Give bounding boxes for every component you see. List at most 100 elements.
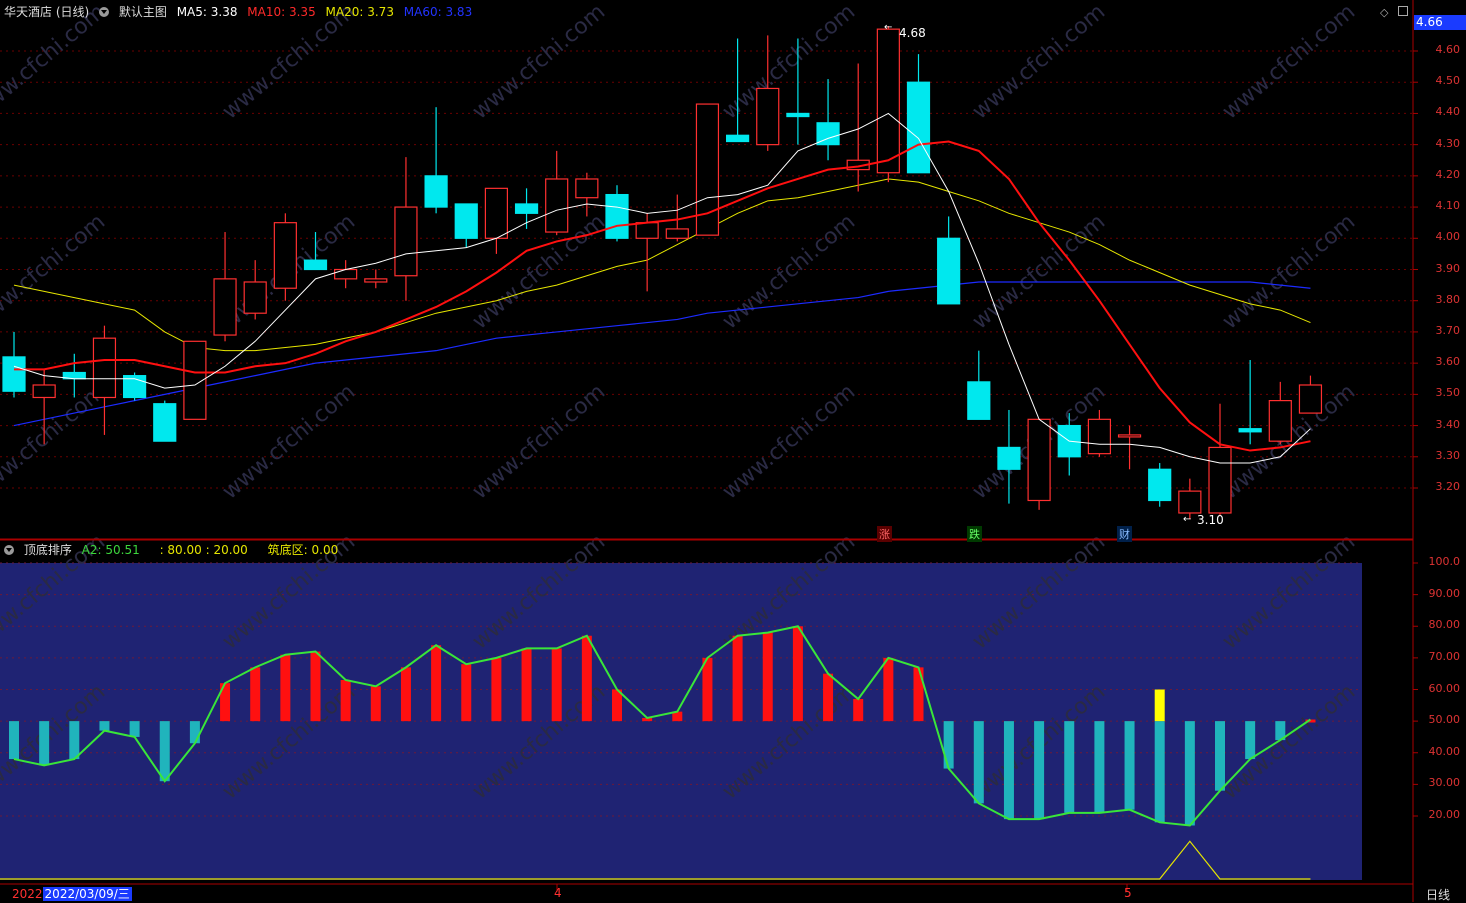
current-price-tag: 4.66 <box>1414 15 1466 30</box>
event-mark-finance[interactable]: 财 <box>1117 526 1132 542</box>
indicator-bar <box>9 721 19 760</box>
diamond-icon[interactable]: ◇ <box>1380 6 1388 19</box>
candle-body <box>1148 468 1172 502</box>
indicator-bar <box>551 648 562 722</box>
price-tick-label: 4.40 <box>1435 105 1461 119</box>
month-label-5: 5 <box>1124 886 1132 900</box>
indicator-bar <box>189 721 200 744</box>
maximize-icon[interactable] <box>1397 6 1408 16</box>
price-tick-label: 4.00 <box>1435 230 1461 244</box>
indicator-bar <box>1245 721 1256 760</box>
candle-body <box>665 228 689 239</box>
stock-chart-canvas[interactable]: www.cfchi.com www.cfchi.com www.cfchi.com w… <box>0 0 1466 902</box>
candle-body <box>876 28 900 174</box>
candle-body <box>786 112 810 118</box>
low-arrow-icon: ← <box>1183 514 1191 525</box>
candle <box>876 26 900 183</box>
ma60-value: MA60: 3.83 <box>403 5 473 19</box>
candle-body <box>273 222 297 289</box>
candle-body <box>92 337 117 399</box>
candle-body <box>1178 490 1202 514</box>
indicator-bar <box>461 664 472 722</box>
main-chart-header: 华天酒店 (日线) 默认主图 MA5: 3.38 MA10: 3.35 MA20… <box>4 3 478 21</box>
candle <box>153 400 177 442</box>
indicator-name[interactable]: 顶底排序 <box>24 543 72 557</box>
candle-body <box>2 356 26 392</box>
event-mark-down[interactable]: 跌 <box>967 526 982 542</box>
price-tick-label: 4.10 <box>1435 199 1461 213</box>
candle <box>1027 418 1051 510</box>
indicator-bar <box>973 721 984 804</box>
indicator-bar <box>1184 721 1195 826</box>
price-tick-label: 3.20 <box>1435 480 1461 493</box>
candle-body <box>364 278 388 283</box>
price-tick-label: 3.90 <box>1435 261 1461 275</box>
indicator-bar <box>1003 721 1014 820</box>
candle-body <box>1238 428 1262 433</box>
high-price-label: 4.68 <box>899 26 926 40</box>
candle-body <box>213 278 237 336</box>
a2-value: A2: 50.51 <box>81 543 140 557</box>
period-label[interactable]: 日线 <box>1426 886 1450 903</box>
indicator-bar <box>39 721 50 766</box>
ma20-value: MA20: 3.73 <box>325 5 394 19</box>
stock-title[interactable]: 华天酒店 (日线) <box>4 5 89 19</box>
indicator-bar <box>1064 721 1075 813</box>
candle <box>122 372 147 401</box>
candle-body <box>153 403 177 442</box>
dropdown-icon[interactable] <box>99 7 110 17</box>
price-tick-label: 4.50 <box>1435 74 1461 88</box>
price-tick-label: 3.60 <box>1435 355 1461 369</box>
candle-body <box>514 203 539 214</box>
price-tick-label: 4.60 <box>1435 43 1461 56</box>
indicator-bar <box>581 635 592 722</box>
candle-body <box>725 134 750 143</box>
year-label: 2022 <box>12 887 43 901</box>
indicator-bar <box>792 626 803 722</box>
candle-body <box>424 175 448 208</box>
candle-body <box>635 222 659 239</box>
event-mark-up[interactable]: 涨 <box>877 526 892 542</box>
bottom-zone-value: 筑底区: 0.00 <box>267 543 339 557</box>
indicator-bar <box>159 721 170 782</box>
indicator-bar <box>823 673 834 722</box>
indicator-bar <box>99 721 110 731</box>
indicator-bar <box>521 648 532 722</box>
candle-body <box>1027 418 1051 502</box>
indicator-bar <box>883 657 894 722</box>
candle-body <box>937 237 961 305</box>
candle-body <box>454 203 478 239</box>
candle-body <box>575 178 599 199</box>
candle-body <box>1087 418 1112 455</box>
indicator-bar <box>431 645 442 722</box>
price-tick-label: 3.40 <box>1435 417 1461 431</box>
candle-body <box>1268 400 1292 442</box>
indicator-bar <box>250 667 261 722</box>
candle-body <box>243 281 267 314</box>
candle-body <box>605 193 629 239</box>
indicator-tick-label: 40.00 <box>1428 744 1461 758</box>
indicator-bar <box>612 689 622 722</box>
indicator-tick-label: 60.00 <box>1428 681 1461 695</box>
candle-body <box>967 381 991 420</box>
candle-body <box>1298 384 1323 414</box>
indicator-bar <box>491 657 502 722</box>
indicator-header: 顶底排序 A2: 50.51 : 80.00 : 20.00 筑底区: 0.00 <box>4 541 344 559</box>
indicator-bar <box>732 635 743 722</box>
indicator-bar <box>702 657 713 722</box>
indicator-bar <box>280 654 291 722</box>
candle-body <box>32 384 56 399</box>
month-label-4: 4 <box>554 886 562 900</box>
ma5-value: MA5: 3.38 <box>176 5 238 19</box>
main-indicator-label[interactable]: 默认主图 <box>119 5 167 19</box>
indicator-bar <box>1094 721 1105 813</box>
indicator-bar <box>762 632 773 722</box>
indicator-highlight-bar <box>1154 689 1165 722</box>
price-tick-label: 4.30 <box>1435 136 1461 150</box>
date-axis: 2022 2022/03/09/三 <box>12 886 132 902</box>
candle <box>1148 463 1172 507</box>
candle-body <box>906 81 931 174</box>
indicator-dropdown-icon[interactable] <box>4 545 14 555</box>
indicator-tick-label: 50.00 <box>1428 713 1461 727</box>
candle-body <box>1208 446 1232 514</box>
